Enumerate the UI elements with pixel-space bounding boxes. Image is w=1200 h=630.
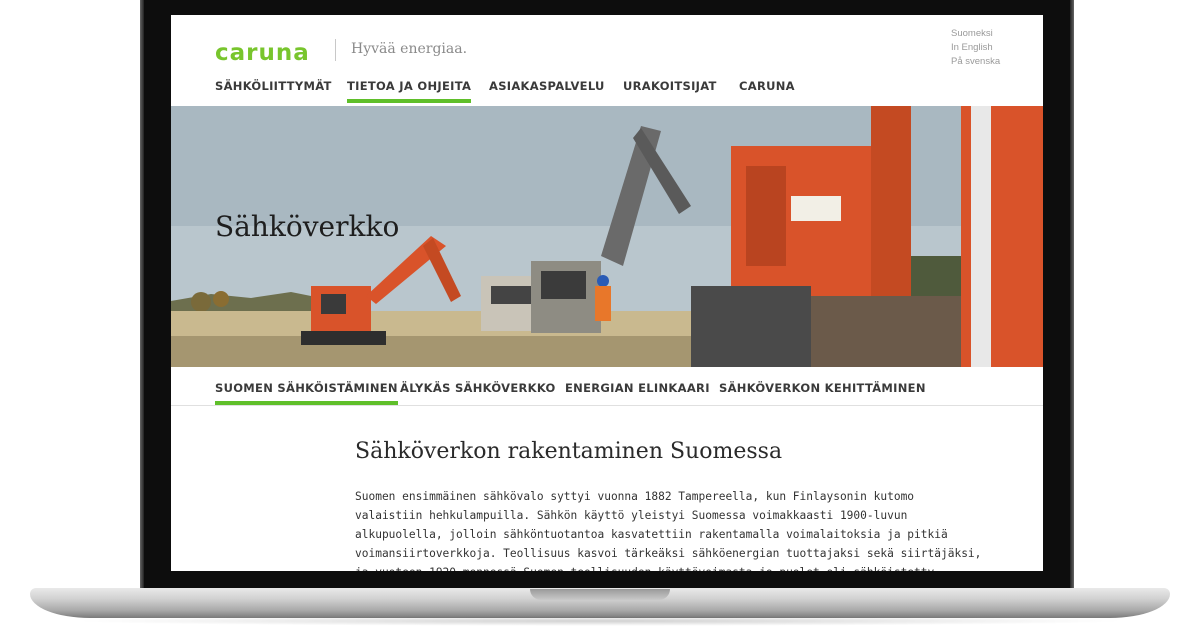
hero-banner: Sähköverkko <box>171 106 1043 367</box>
caruna-logo[interactable]: caruna <box>215 40 310 66</box>
language-switcher: Suomeksi In English På svenska <box>951 27 1000 69</box>
language-link-finnish[interactable]: Suomeksi <box>951 27 1000 41</box>
laptop-opening-notch <box>530 589 670 600</box>
article-title: Sähköverkon rakentaminen Suomessa <box>355 439 783 464</box>
nav-item-caruna[interactable]: CARUNA <box>739 79 795 103</box>
subnav-item-alykas-sahkoverkko[interactable]: ÄLYKÄS SÄHKÖVERKKO <box>400 381 556 405</box>
subnav-item-energian-elinkaari[interactable]: ENERGIAN ELINKAARI <box>565 381 710 405</box>
subnav-divider <box>171 405 1043 406</box>
subnav-item-sahkoverkon-kehittaminen[interactable]: SÄHKÖVERKON KEHITTÄMINEN <box>719 381 926 405</box>
article-line: ja vuoteen 1920 mennessä Suomen teollisu… <box>355 563 941 571</box>
nav-item-sahkoliittymat[interactable]: SÄHKÖLIITTYMÄT <box>215 79 332 103</box>
article-line: valaistiin hehkulampuilla. Sähkön käyttö… <box>355 509 908 522</box>
nav-item-tietoa-ja-ohjeita[interactable]: TIETOA JA OHJEITA <box>347 79 472 103</box>
language-link-swedish[interactable]: På svenska <box>951 55 1000 69</box>
subnav-item-suomen-sahkoistaminen[interactable]: SUOMEN SÄHKÖISTÄMINEN <box>215 381 398 405</box>
hero-title: Sähköverkko <box>215 210 400 243</box>
article-line: alkupuolella, jolloin sähköntuotantoa ka… <box>355 528 948 541</box>
tagline: Hyvää energiaa. <box>351 41 468 57</box>
website-screen: caruna Hyvää energiaa. Suomeksi In Engli… <box>171 15 1043 571</box>
nav-item-asiakaspalvelu[interactable]: ASIAKASPALVELU <box>489 79 605 103</box>
article-line: Suomen ensimmäinen sähkövalo syttyi vuon… <box>355 490 915 503</box>
nav-item-urakoitsijat[interactable]: URAKOITSIJAT <box>623 79 717 103</box>
laptop-shadow <box>70 616 1130 626</box>
article-body: Suomen ensimmäinen sähkövalo syttyi vuon… <box>355 487 982 571</box>
article-line: voimansiirtoverkkoja. Teollisuus kasvoi … <box>355 547 982 560</box>
logo-divider <box>335 39 336 61</box>
language-link-english[interactable]: In English <box>951 41 1000 55</box>
